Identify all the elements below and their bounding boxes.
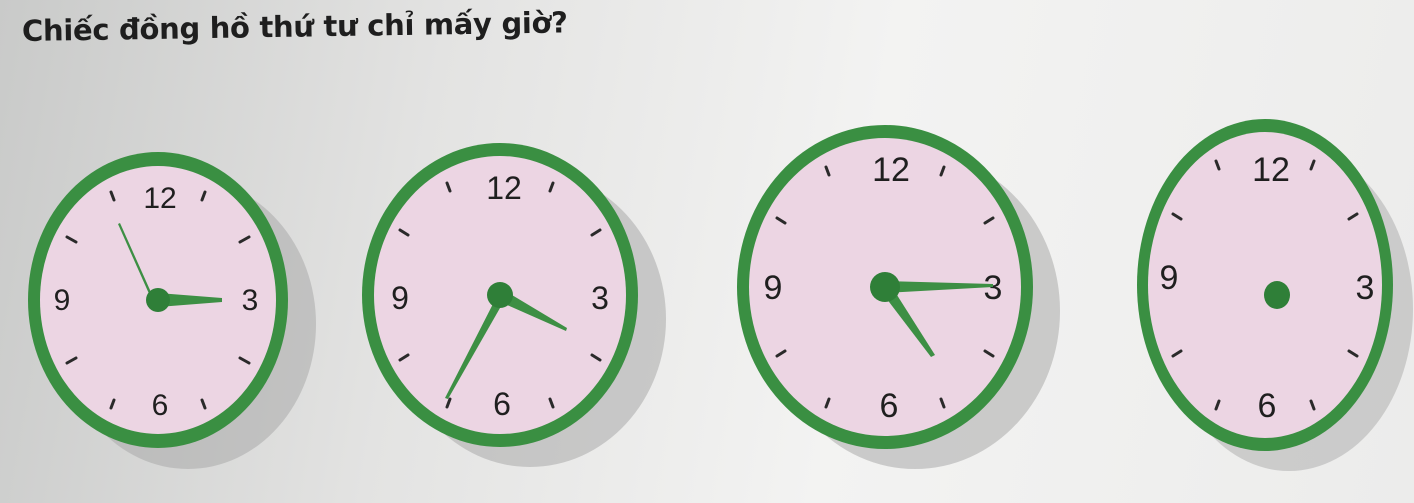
clock-3-numeral-12: 12	[872, 151, 910, 189]
clock-2-numeral-12: 12	[486, 170, 522, 206]
clock-1-numeral-3: 3	[242, 284, 259, 317]
clock-3-numeral-6: 6	[880, 387, 899, 425]
clock-2-center-dot	[487, 282, 513, 308]
clock-3-numeral-3: 3	[984, 269, 1003, 307]
clock-2-numeral-9: 9	[391, 280, 409, 316]
clock-1: 12 3 6 9	[28, 152, 316, 469]
clock-4-numeral-3: 3	[1356, 269, 1375, 307]
clock-2-numeral-6: 6	[493, 386, 511, 422]
clock-3-center-dot	[870, 272, 900, 302]
clock-3: 12 3 6 9	[737, 125, 1060, 469]
clock-1-numeral-6: 6	[152, 389, 169, 422]
clock-2-numeral-3: 3	[591, 280, 609, 316]
clock-1-numeral-9: 9	[54, 284, 71, 317]
clock-4-numeral-12: 12	[1252, 151, 1290, 189]
clock-4-center-dot	[1264, 281, 1290, 309]
question-text: Chiếc đồng hồ thứ tư chỉ mấy giờ?	[21, 5, 568, 48]
clock-1-numeral-12: 12	[143, 182, 176, 215]
clock-4-numeral-6: 6	[1258, 387, 1277, 425]
clock-2: 12 3 6 9	[362, 143, 666, 467]
clock-3-numeral-9: 9	[764, 269, 783, 307]
clock-4: 12 3 6 9	[1137, 119, 1413, 471]
clock-4-numeral-9: 9	[1160, 259, 1179, 297]
clock-1-center-dot	[146, 288, 170, 312]
